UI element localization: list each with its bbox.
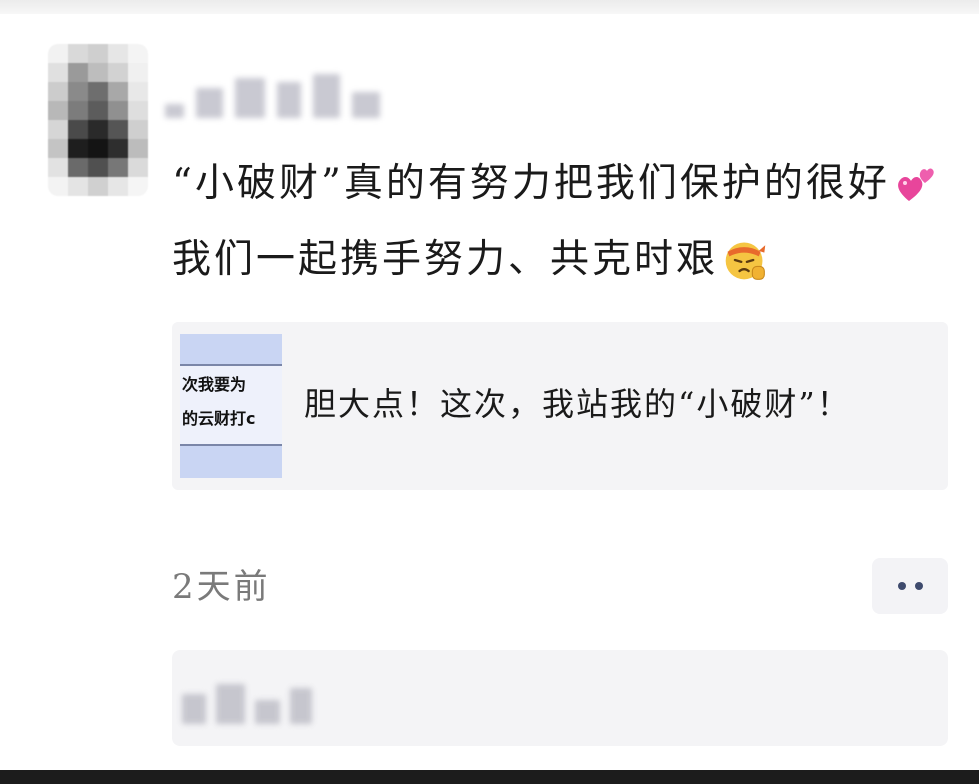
post-text-line1: “小破财”真的有努力把我们保护的很好 bbox=[172, 161, 890, 206]
avatar-mosaic-tile bbox=[48, 139, 68, 158]
avatar-mosaic-tile bbox=[48, 101, 68, 120]
bottom-edge bbox=[0, 770, 979, 784]
quote-text: 胆大点！这次，我站我的“小破财”！ bbox=[304, 385, 851, 423]
avatar-mosaic-tile bbox=[68, 82, 88, 101]
quote-thumbnail: 次我要为 的云财打c bbox=[180, 334, 282, 478]
top-edge bbox=[0, 0, 979, 14]
thumbnail-band-top bbox=[180, 334, 282, 366]
avatar-mosaic-tile bbox=[88, 139, 108, 158]
commenter-name-blurred[interactable] bbox=[182, 676, 312, 724]
avatar-mosaic-tile bbox=[88, 44, 108, 63]
avatar-mosaic-tile bbox=[68, 120, 88, 139]
avatar-mosaic-tile bbox=[88, 158, 108, 177]
avatar-mosaic-tile bbox=[48, 177, 68, 196]
thumbnail-band-bottom bbox=[180, 444, 282, 478]
avatar-mosaic-tile bbox=[108, 120, 128, 139]
avatar-mosaic-tile bbox=[88, 177, 108, 196]
avatar-mosaic-tile bbox=[128, 101, 148, 120]
avatar-mosaic-tile bbox=[128, 82, 148, 101]
avatar-mosaic-tile bbox=[48, 158, 68, 177]
more-dots-icon bbox=[897, 582, 906, 590]
avatar[interactable] bbox=[48, 44, 148, 196]
post-line-2: 我们一起携手努力、共克时艰 bbox=[172, 222, 932, 298]
avatar-mosaic-tile bbox=[128, 63, 148, 82]
thumbnail-text: 次我要为 的云财打c bbox=[180, 368, 282, 436]
avatar-mosaic-tile bbox=[68, 101, 88, 120]
two-hearts-icon bbox=[894, 161, 940, 207]
avatar-mosaic-tile bbox=[108, 44, 128, 63]
avatar-mosaic-tile bbox=[48, 120, 68, 139]
avatar-mosaic-tile bbox=[128, 44, 148, 63]
avatar-mosaic-tile bbox=[68, 139, 88, 158]
avatar-mosaic-tile bbox=[68, 44, 88, 63]
avatar-mosaic-tile bbox=[68, 158, 88, 177]
post-line-1: “小破财”真的有努力把我们保护的很好 bbox=[172, 146, 934, 222]
avatar-mosaic-tile bbox=[68, 63, 88, 82]
avatar-mosaic-tile bbox=[68, 177, 88, 196]
avatar-mosaic-tile bbox=[128, 177, 148, 196]
post-text-line2: 我们一起携手努力、共克时艰 bbox=[172, 237, 719, 282]
avatar-mosaic-tile bbox=[128, 120, 148, 139]
avatar-mosaic-tile bbox=[88, 120, 108, 139]
avatar-mosaic-tile bbox=[128, 139, 148, 158]
thumbnail-line1: 次我要为 bbox=[182, 375, 247, 394]
username-blurred[interactable] bbox=[165, 56, 380, 118]
fighting-face-icon bbox=[722, 237, 768, 283]
avatar-mosaic-tile bbox=[88, 101, 108, 120]
comment-area[interactable] bbox=[172, 650, 948, 746]
post-timestamp: 2天前 bbox=[172, 567, 271, 607]
moment-post-screen: “小破财”真的有努力把我们保护的很好 我们一起携手努力、共克时艰 次我要为 的云… bbox=[0, 0, 979, 784]
avatar-mosaic-tile bbox=[108, 82, 128, 101]
more-options-button[interactable] bbox=[872, 558, 948, 614]
avatar-mosaic-tile bbox=[48, 82, 68, 101]
more-dots-icon bbox=[914, 582, 923, 590]
avatar-mosaic-tile bbox=[88, 63, 108, 82]
thumbnail-line2: 的云财打c bbox=[182, 409, 256, 428]
quoted-post-card[interactable]: 次我要为 的云财打c 胆大点！这次，我站我的“小破财”！ bbox=[172, 322, 948, 490]
avatar-mosaic-tile bbox=[108, 158, 128, 177]
avatar-mosaic-tile bbox=[48, 44, 68, 63]
avatar-mosaic-tile bbox=[108, 177, 128, 196]
avatar-mosaic-tile bbox=[128, 158, 148, 177]
post-text: “小破财”真的有努力把我们保护的很好 我们一起携手努力、共克时艰 bbox=[172, 146, 934, 298]
avatar-mosaic-tile bbox=[108, 139, 128, 158]
avatar-mosaic-tile bbox=[88, 82, 108, 101]
avatar-mosaic-tile bbox=[108, 63, 128, 82]
avatar-mosaic-tile bbox=[108, 101, 128, 120]
avatar-mosaic-tile bbox=[48, 63, 68, 82]
